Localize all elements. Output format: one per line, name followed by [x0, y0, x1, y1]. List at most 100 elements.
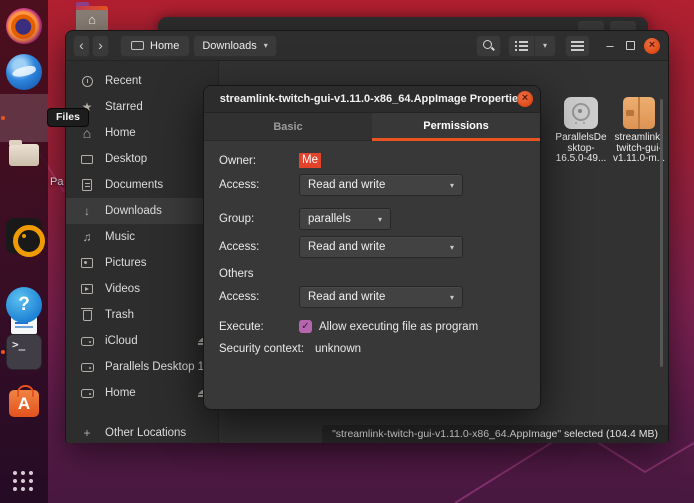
terminal-running-indicator	[1, 350, 5, 354]
sidebar-item-desktop[interactable]: Desktop	[66, 146, 218, 172]
breadcrumb-downloads-label: Downloads	[202, 40, 256, 52]
status-text: "streamlink-twitch-gui-v1.11.0-x86_64.Ap…	[332, 428, 658, 440]
music-note-icon: ♫	[80, 230, 94, 244]
chevron-down-icon: ▾	[450, 293, 454, 302]
sidebar-item-parallels-desktop[interactable]: Parallels Desktop 16	[66, 354, 218, 380]
chevron-down-icon: ▾	[264, 41, 268, 50]
desktop-home-folder-icon[interactable]: ⌂	[76, 6, 108, 32]
thunderbird-icon[interactable]	[6, 54, 42, 90]
folder-shape	[9, 144, 39, 166]
terminal-icon[interactable]: >_	[6, 334, 42, 370]
firefox-icon[interactable]	[6, 8, 42, 44]
sidebar-item-trash[interactable]: Trash	[66, 302, 218, 328]
group-label: Group:	[219, 213, 299, 225]
owner-access-dropdown[interactable]: Read and write ▾	[299, 174, 463, 196]
search-button[interactable]	[476, 35, 501, 57]
forward-button[interactable]: ›	[92, 35, 109, 57]
rhythmbox-icon[interactable]	[6, 218, 42, 254]
help-icon[interactable]: ?	[6, 287, 42, 323]
scrollbar[interactable]	[660, 99, 663, 367]
list-view-icon	[515, 41, 528, 51]
tab-basic[interactable]: Basic	[204, 113, 372, 141]
owner-value: Me	[299, 153, 321, 168]
sidebar-item-pictures[interactable]: Pictures	[66, 250, 218, 276]
minimize-button[interactable]: –	[603, 41, 617, 51]
group-access-label: Access:	[219, 241, 299, 253]
sidebar-item-icloud[interactable]: iCloud	[66, 328, 218, 354]
properties-dialog: streamlink-twitch-gui-v1.11.0-x86_64.App…	[203, 85, 541, 410]
sidebar-item-downloads[interactable]: ↓ Downloads	[66, 198, 218, 224]
breadcrumb-home-button[interactable]: Home	[120, 35, 190, 57]
document-icon	[80, 179, 94, 191]
home-glyph-icon: ⌂	[76, 11, 108, 29]
dialog-title: streamlink-twitch-gui-v1.11.0-x86_64.App…	[220, 93, 524, 105]
software-bag-shape: A	[9, 390, 39, 417]
home-icon: ⌂	[80, 125, 94, 141]
plus-icon: +	[80, 426, 94, 440]
owner-label: Owner:	[219, 155, 299, 167]
back-button[interactable]: ‹	[73, 35, 90, 57]
status-bar: "streamlink-twitch-gui-v1.11.0-x86_64.Ap…	[322, 425, 668, 443]
desktop-wallpaper: ⌂ Pa A ? >_ Files ‹ › Home Down	[0, 0, 694, 503]
file-label-parallels[interactable]: ParallelsDe sktop- 16.5.0-49...	[548, 133, 614, 165]
hamburger-menu-icon	[571, 41, 584, 51]
group-access-dropdown[interactable]: Read and write ▾	[299, 236, 463, 258]
drive-icon	[80, 337, 94, 346]
window-controls: – ×	[603, 38, 660, 54]
sidebar-item-videos[interactable]: Videos	[66, 276, 218, 302]
clock-icon	[80, 76, 94, 87]
picture-icon	[80, 258, 94, 268]
sidebar-item-documents[interactable]: Documents	[66, 172, 218, 198]
security-context-label: Security context:	[219, 343, 315, 355]
owner-access-label: Access:	[219, 179, 299, 191]
chevron-down-icon: ▾	[543, 41, 547, 50]
files-running-indicator	[1, 116, 5, 120]
search-icon	[482, 39, 495, 52]
hamburger-menu-button[interactable]	[565, 35, 590, 57]
drive-icon	[80, 363, 94, 372]
video-icon	[80, 284, 94, 294]
file-icon-parallels-dmg[interactable]	[564, 97, 598, 129]
dock-tooltip: Files	[47, 108, 89, 127]
desktop-icon-partial-label: Pa	[50, 176, 63, 188]
others-section-label: Others	[219, 268, 254, 280]
files-icon[interactable]	[6, 136, 42, 172]
computer-icon	[131, 41, 144, 50]
tab-permissions[interactable]: Permissions	[372, 113, 540, 141]
permissions-panel: Owner: Me Access: Read and write ▾ Group…	[204, 141, 540, 355]
sidebar-item-other-locations[interactable]: + Other Locations	[66, 420, 218, 446]
view-options-button[interactable]: ▾	[535, 35, 556, 57]
headerbar: ‹ › Home Downloads ▾ ▾ – ×	[66, 31, 668, 61]
file-icon-streamlink-appimage[interactable]	[623, 97, 655, 129]
dialog-tabs: Basic Permissions	[204, 113, 540, 141]
sidebar-item-home-drive[interactable]: Home	[66, 380, 218, 406]
dialog-titlebar: streamlink-twitch-gui-v1.11.0-x86_64.App…	[204, 86, 540, 113]
desktop-icon	[80, 155, 94, 164]
trash-icon	[80, 310, 94, 321]
breadcrumb-downloads-button[interactable]: Downloads ▾	[193, 35, 276, 57]
drive-icon	[80, 389, 94, 398]
group-dropdown[interactable]: parallels ▾	[299, 208, 391, 230]
list-view-button[interactable]	[508, 35, 535, 57]
window-close-button[interactable]: ×	[644, 38, 660, 54]
dock: A ? >_	[0, 0, 48, 503]
execute-checkbox[interactable]: ✓	[299, 320, 312, 333]
download-icon: ↓	[80, 204, 94, 218]
others-access-dropdown[interactable]: Read and write ▾	[299, 286, 463, 308]
sidebar-item-music[interactable]: ♫ Music	[66, 224, 218, 250]
sidebar: Recent ★ Starred ⌂ Home Desktop Document…	[66, 61, 219, 443]
view-toggle-group: ▾	[508, 35, 556, 57]
breadcrumb-home-label: Home	[150, 40, 179, 52]
chevron-down-icon: ▾	[378, 215, 382, 224]
dock-active-highlight	[0, 94, 48, 142]
others-access-label: Access:	[219, 291, 299, 303]
ubuntu-software-icon[interactable]: A	[6, 384, 42, 420]
show-applications-icon[interactable]	[13, 471, 35, 493]
security-context-value: unknown	[315, 343, 361, 355]
dialog-close-button[interactable]: ×	[517, 91, 533, 107]
maximize-button[interactable]	[626, 41, 635, 50]
chevron-down-icon: ▾	[450, 243, 454, 252]
sidebar-item-recent[interactable]: Recent	[66, 68, 218, 94]
chevron-down-icon: ▾	[450, 181, 454, 190]
execute-label: Execute:	[219, 321, 299, 333]
